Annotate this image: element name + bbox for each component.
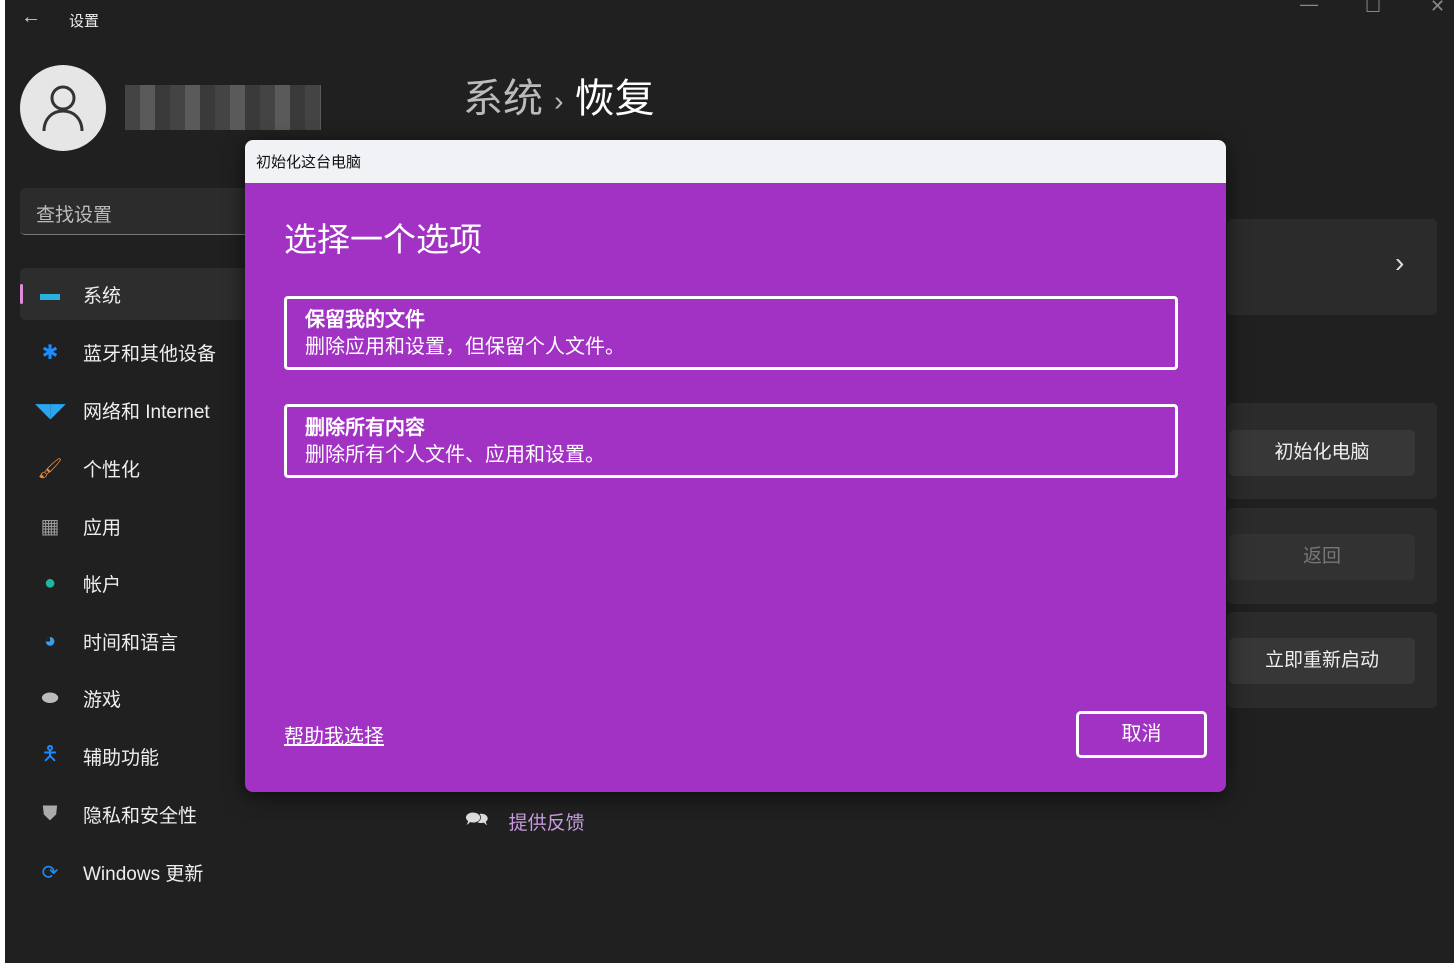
option-desc: 删除所有个人文件、应用和设置。 (305, 444, 605, 466)
sidebar-item-windows-update[interactable]: ⟳ Windows 更新 (20, 846, 260, 898)
monitor-icon: ▬ (40, 282, 60, 305)
bluetooth-icon: ✱ (41, 341, 59, 364)
account-icon: ● (43, 571, 57, 594)
keep-files-option[interactable]: 保留我的文件删除应用和设置，但保留个人文件。 (284, 296, 1178, 370)
sidebar-item-personalization[interactable]: 🖌 个性化 (20, 442, 260, 494)
go-back-button[interactable]: 返回 (1229, 534, 1415, 580)
accessibility-icon: 🯅 (41, 743, 59, 765)
option-desc: 删除应用和设置，但保留个人文件。 (305, 336, 625, 358)
settings-card[interactable]: › (1227, 219, 1437, 315)
feedback-link[interactable]: 🗪 提供反馈 (465, 805, 585, 837)
sidebar-item-label: 帐户 (83, 574, 122, 596)
dialog-title: 初始化这台电脑 (245, 140, 1226, 183)
breadcrumb-separator: › (554, 85, 564, 117)
maximize-button[interactable]: ☐ (1365, 0, 1381, 17)
sidebar-item-label: 应用 (83, 517, 122, 539)
option-title: 删除所有内容 (305, 417, 425, 439)
sidebar-item-system[interactable]: ▬ 系统 (20, 268, 260, 320)
sidebar-item-label: 个性化 (83, 459, 141, 481)
app-title: 设置 (69, 13, 100, 30)
sidebar-item-privacy[interactable]: ⛊ 隐私和安全性 (20, 788, 260, 840)
sidebar-item-accounts[interactable]: ● 帐户 (20, 557, 260, 609)
feedback-label: 提供反馈 (508, 812, 585, 834)
sidebar-item-time-language[interactable]: ◕ 时间和语言 (20, 615, 260, 667)
sidebar-item-label: 网络和 Internet (83, 401, 210, 423)
sidebar-item-label: 系统 (83, 285, 122, 307)
wifi-icon: ◥◤ (35, 399, 66, 422)
sidebar-item-label: 蓝牙和其他设备 (83, 343, 217, 365)
page-title: 恢复 (574, 77, 655, 121)
sidebar-item-network[interactable]: ◥◤ 网络和 Internet (20, 384, 260, 436)
feedback-icon: 🗪 (465, 809, 489, 830)
restart-now-button[interactable]: 立即重新启动 (1229, 638, 1415, 684)
sidebar-item-label: 隐私和安全性 (83, 805, 198, 827)
globe-clock-icon: ◕ (43, 629, 57, 652)
breadcrumb-parent[interactable]: 系统 (463, 77, 543, 121)
sidebar-item-label: 辅助功能 (83, 747, 160, 769)
sidebar-item-label: 游戏 (83, 689, 122, 711)
back-arrow-icon[interactable]: ← (21, 6, 41, 29)
breadcrumb: 系统 › 恢复 (463, 66, 655, 124)
search-input[interactable]: 查找设置 (20, 188, 260, 235)
sidebar-item-label: Windows 更新 (83, 863, 204, 885)
reset-pc-dialog: 初始化这台电脑 选择一个选项 保留我的文件删除应用和设置，但保留个人文件。 删除… (245, 140, 1226, 792)
brush-icon: 🖌 (37, 457, 63, 480)
avatar[interactable] (20, 65, 106, 151)
gamepad-icon: ⬬ (41, 686, 59, 709)
help-me-choose-link[interactable]: 帮助我选择 (284, 720, 384, 749)
sidebar-item-gaming[interactable]: ⬬ 游戏 (20, 672, 260, 724)
blurred-username (125, 85, 321, 130)
update-icon: ⟳ (41, 861, 59, 884)
sidebar-item-apps[interactable]: ▦ 应用 (20, 500, 260, 552)
sidebar-item-bluetooth[interactable]: ✱ 蓝牙和其他设备 (20, 326, 260, 378)
remove-everything-option[interactable]: 删除所有内容删除所有个人文件、应用和设置。 (284, 404, 1178, 478)
chevron-right-icon: › (1395, 247, 1405, 278)
minimize-button[interactable]: — (1300, 0, 1318, 15)
sidebar-item-label: 时间和语言 (83, 632, 179, 654)
shield-icon: ⛊ (42, 802, 58, 825)
option-title: 保留我的文件 (305, 309, 425, 331)
user-icon (42, 85, 84, 132)
reset-pc-button[interactable]: 初始化电脑 (1229, 430, 1415, 476)
apps-icon: ▦ (40, 515, 60, 538)
settings-window: ← 设置 — ☐ ✕ 查找设置 ▬ 系统 ✱ 蓝牙和其他设备 ◥◤ 网络和 Inter… (5, 0, 1454, 963)
close-button[interactable]: ✕ (1430, 0, 1445, 17)
selected-indicator (20, 284, 23, 304)
cancel-button[interactable]: 取消 (1076, 711, 1207, 758)
dialog-heading: 选择一个选项 (284, 221, 482, 258)
sidebar-item-accessibility[interactable]: 🯅 辅助功能 (20, 730, 260, 782)
